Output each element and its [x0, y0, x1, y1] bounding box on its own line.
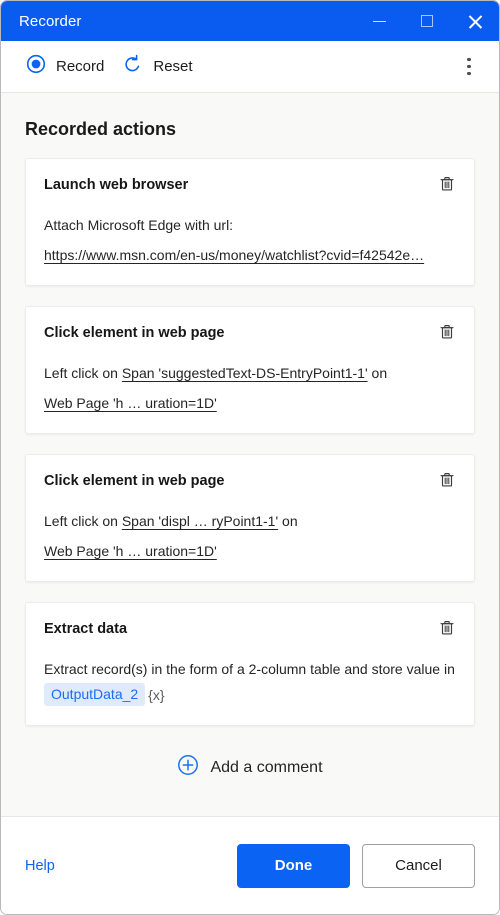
action-description-connector: on — [282, 513, 298, 529]
delete-action-button[interactable] — [434, 615, 460, 641]
action-title: Click element in web page — [44, 325, 225, 341]
action-card[interactable]: Launch web browser Attach Microsoft Edge… — [25, 158, 475, 286]
web-page-line: Web Page 'h … uration=1D' — [44, 390, 456, 416]
reset-button[interactable]: Reset — [113, 49, 201, 85]
trash-icon — [440, 473, 454, 487]
trash-icon — [440, 621, 454, 635]
minimize-button[interactable] — [355, 1, 403, 41]
action-card[interactable]: Click element in web page Left click on … — [25, 306, 475, 434]
record-button[interactable]: Record — [17, 49, 113, 84]
action-description: Extract record(s) in the form of a 2-col… — [44, 656, 456, 708]
action-title: Extract data — [44, 621, 128, 637]
window-controls — [355, 1, 499, 41]
action-description-text: Left click on — [44, 513, 118, 529]
recorder-window: Recorder Record Reset Recorded actions L… — [0, 0, 500, 915]
reset-icon — [122, 54, 143, 80]
click-target-link[interactable]: Span 'suggestedText-DS-EntryPoint1-1' — [122, 365, 368, 381]
plus-circle-icon — [177, 754, 199, 781]
web-page-line: Web Page 'h … uration=1D' — [44, 538, 456, 564]
close-icon — [467, 13, 484, 30]
url-line: https://www.msn.com/en-us/money/watchlis… — [44, 242, 456, 268]
add-comment-label: Add a comment — [210, 758, 323, 776]
action-description: Left click on Span 'suggestedText-DS-Ent… — [44, 360, 456, 416]
minimize-icon — [372, 20, 386, 22]
card-header: Click element in web page — [44, 471, 456, 493]
click-target-link[interactable]: Span 'displ … ryPoint1-1' — [122, 513, 278, 529]
action-card[interactable]: Extract data Extract record(s) in the fo… — [25, 602, 475, 726]
record-icon — [26, 54, 46, 79]
action-description-connector: on — [371, 365, 388, 381]
action-description-text: Attach Microsoft Edge with url: — [44, 217, 234, 233]
variable-type-label: {x} — [148, 687, 165, 703]
footer-bar: Help Done Cancel — [1, 816, 499, 914]
close-button[interactable] — [451, 1, 499, 41]
page-title: Recorded actions — [25, 119, 177, 139]
recorded-actions-panel: Recorded actions Launch web browser Atta… — [1, 93, 499, 816]
trash-icon — [440, 177, 454, 191]
kebab-dot — [467, 71, 471, 76]
card-header: Click element in web page — [44, 323, 456, 345]
delete-action-button[interactable] — [434, 171, 460, 197]
action-title: Launch web browser — [44, 177, 189, 193]
card-header: Launch web browser — [44, 175, 456, 197]
action-description: Attach Microsoft Edge with url: https://… — [44, 212, 456, 268]
maximize-icon — [421, 15, 433, 27]
action-description: Left click on Span 'displ … ryPoint1-1' … — [44, 508, 456, 564]
web-page-link[interactable]: Web Page 'h … uration=1D' — [44, 395, 217, 411]
delete-action-button[interactable] — [434, 467, 460, 493]
kebab-dot — [467, 64, 471, 69]
action-card[interactable]: Click element in web page Left click on … — [25, 454, 475, 582]
done-button[interactable]: Done — [237, 843, 350, 888]
toolbar: Record Reset — [1, 41, 499, 93]
title-bar: Recorder — [1, 1, 499, 41]
reset-label: Reset — [153, 58, 193, 75]
action-description-text: Left click on — [44, 365, 118, 381]
card-header: Extract data — [44, 619, 456, 641]
web-page-link[interactable]: Web Page 'h … uration=1D' — [44, 543, 217, 559]
maximize-button[interactable] — [403, 1, 451, 41]
cancel-button[interactable]: Cancel — [362, 843, 475, 888]
add-comment-button[interactable]: Add a comment — [25, 746, 475, 789]
record-label: Record — [56, 58, 105, 75]
browser-url-link[interactable]: https://www.msn.com/en-us/money/watchlis… — [44, 247, 424, 263]
action-title: Click element in web page — [44, 473, 225, 489]
output-variable-chip[interactable]: OutputData_2 — [44, 683, 146, 706]
action-description-text: Extract record(s) in the form of a 2-col… — [44, 661, 455, 677]
more-options-icon[interactable] — [453, 51, 485, 83]
trash-icon — [440, 325, 454, 339]
action-card-list: Launch web browser Attach Microsoft Edge… — [1, 140, 499, 726]
kebab-dot — [467, 57, 471, 62]
delete-action-button[interactable] — [434, 319, 460, 345]
help-link[interactable]: Help — [25, 858, 55, 874]
window-title: Recorder — [19, 12, 82, 30]
